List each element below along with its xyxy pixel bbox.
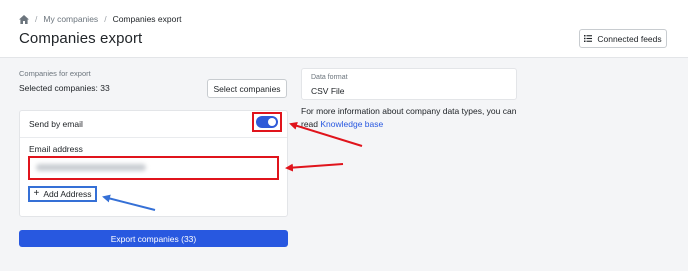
add-address-label: Add Address [43,189,92,199]
data-format-select[interactable]: Data format CSV File [301,68,517,100]
send-by-email-label: Send by email [29,119,83,129]
add-address-button[interactable]: + Add Address [28,186,97,202]
connected-feeds-label: Connected feeds [597,33,662,44]
red-arrow-email [285,163,344,172]
home-icon[interactable] [19,14,29,24]
breadcrumb: / My companies / Companies export [19,13,182,25]
knowledge-base-link[interactable]: Knowledge base [320,119,383,129]
select-companies-button[interactable]: Select companies [207,79,287,98]
toggle-knob [268,118,276,126]
card-divider [20,137,287,138]
breadcrumb-separator: / [35,14,38,24]
data-format-info: For more information about company data … [301,105,521,131]
selected-companies-count: Selected companies: 33 [19,83,110,93]
breadcrumb-current: Companies export [112,14,182,24]
page-header: / My companies / Companies export Compan… [0,0,688,58]
plus-icon: + [33,188,40,199]
list-icon [584,35,593,42]
data-format-label: Data format [311,74,348,81]
export-companies-button[interactable]: Export companies (33) [19,230,288,247]
connected-feeds-button[interactable]: Connected feeds [579,29,667,48]
email-input-highlight-box [28,156,279,180]
page-title: Companies export [19,30,143,47]
data-format-value: CSV File [311,86,345,96]
email-address-label: Email address [29,144,83,154]
email-address-input[interactable] [34,161,273,175]
companies-for-export-label: Companies for export [19,69,91,78]
send-by-email-toggle[interactable] [256,116,278,128]
breadcrumb-my-companies[interactable]: My companies [43,14,98,24]
breadcrumb-separator: / [104,14,107,24]
